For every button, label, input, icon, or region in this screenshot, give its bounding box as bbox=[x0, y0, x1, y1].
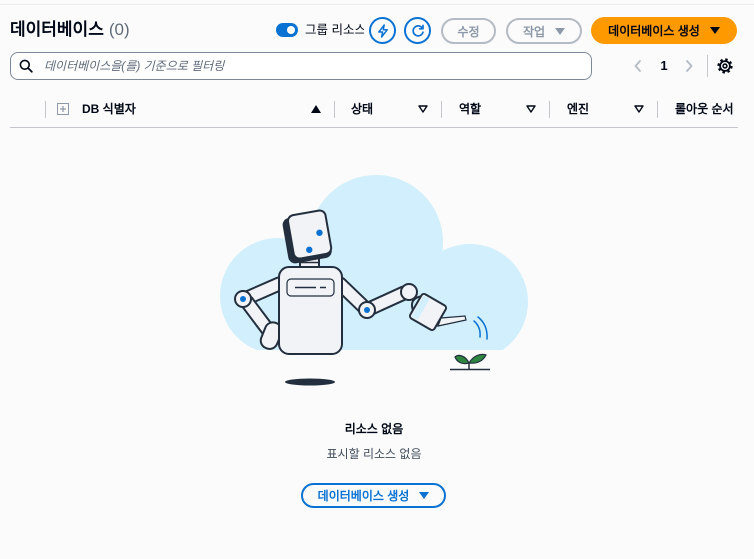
column-header-role[interactable]: 역할 bbox=[459, 101, 519, 117]
column-divider bbox=[45, 101, 46, 118]
create-database-button[interactable]: 데이터베이스 생성 bbox=[591, 17, 737, 44]
filter-box[interactable] bbox=[10, 52, 592, 80]
filter-input[interactable] bbox=[44, 53, 584, 79]
lightning-icon bbox=[377, 23, 388, 38]
pagination-divider bbox=[707, 55, 708, 77]
create-database-button-label: 데이터베이스 생성 bbox=[608, 24, 700, 38]
table-header-border bbox=[10, 127, 738, 128]
empty-state-create-database-button[interactable]: 데이터베이스 생성 bbox=[301, 483, 446, 508]
actions-button-label: 작업 bbox=[522, 24, 546, 39]
caret-down-icon bbox=[555, 27, 566, 35]
empty-state-create-label: 데이터베이스 생성 bbox=[317, 489, 410, 503]
gear-icon[interactable] bbox=[717, 58, 733, 74]
group-resources-toggle[interactable] bbox=[276, 23, 298, 37]
column-divider[interactable] bbox=[334, 101, 335, 118]
empty-state-message: 표시할 리소스 없음 bbox=[326, 447, 422, 461]
column-divider[interactable] bbox=[441, 101, 442, 118]
sort-ascending-icon[interactable] bbox=[311, 105, 321, 113]
database-count: (0) bbox=[108, 20, 130, 39]
column-divider[interactable] bbox=[549, 101, 550, 118]
sort-icon[interactable] bbox=[634, 105, 644, 113]
robot-head bbox=[282, 209, 333, 264]
refresh-icon bbox=[411, 24, 424, 37]
plant bbox=[450, 353, 490, 371]
sort-icon[interactable] bbox=[418, 105, 428, 113]
group-resources-toggle-control[interactable]: 그룹 리소스 bbox=[276, 22, 364, 38]
column-header-engine[interactable]: 엔진 bbox=[567, 101, 627, 117]
caret-down-icon bbox=[709, 27, 720, 34]
column-header-status[interactable]: 상태 bbox=[351, 101, 411, 117]
column-header-rollout-order[interactable]: 롤아웃 순서 bbox=[675, 101, 747, 117]
robot-shadow bbox=[285, 378, 335, 386]
group-resources-label: 그룹 리소스 bbox=[305, 23, 364, 37]
current-page-number[interactable]: 1 bbox=[656, 58, 672, 74]
empty-state-title: 리소스 없음 bbox=[344, 422, 404, 436]
expand-icon[interactable] bbox=[57, 103, 69, 115]
robot-body bbox=[278, 256, 343, 355]
edit-button-label: 수정 bbox=[457, 24, 480, 39]
page-title-text: 데이터베이스 bbox=[10, 20, 104, 39]
page-title: 데이터베이스 (0) bbox=[10, 19, 265, 41]
search-icon bbox=[19, 59, 33, 73]
column-divider[interactable] bbox=[657, 101, 658, 118]
edit-button[interactable]: 수정 bbox=[441, 18, 496, 44]
column-header-db-identifier[interactable]: DB 식별자 bbox=[82, 101, 302, 117]
empty-state-illustration bbox=[220, 175, 528, 386]
sort-icon[interactable] bbox=[526, 105, 536, 113]
insights-button[interactable] bbox=[369, 17, 396, 44]
caret-down-icon bbox=[419, 492, 430, 499]
chevron-left-icon[interactable] bbox=[634, 60, 642, 72]
toggle-knob bbox=[287, 26, 295, 34]
actions-button[interactable]: 작업 bbox=[506, 18, 582, 44]
container-top-border bbox=[0, 4, 754, 5]
refresh-button[interactable] bbox=[404, 17, 431, 44]
chevron-right-icon[interactable] bbox=[685, 60, 693, 72]
